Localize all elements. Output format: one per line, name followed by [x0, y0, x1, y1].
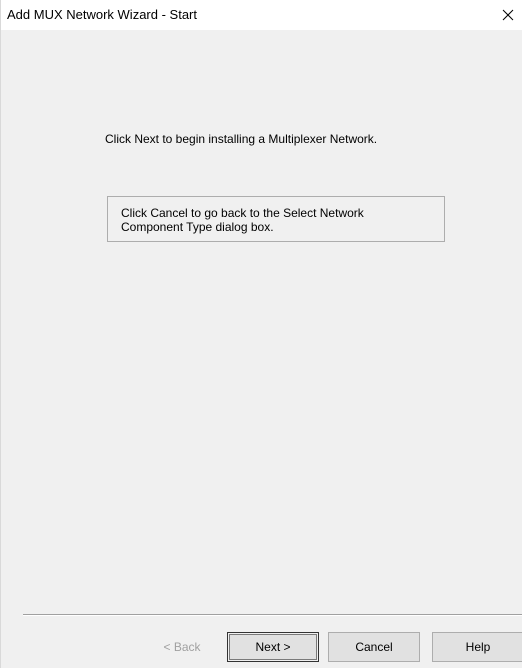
back-button[interactable]: < Back	[144, 632, 220, 662]
intro-text: Click Next to begin installing a Multipl…	[105, 132, 378, 146]
info-text-line-1: Click Cancel to go back to the Select Ne…	[121, 206, 364, 220]
button-separator	[23, 614, 522, 616]
info-box: Click Cancel to go back to the Select Ne…	[107, 196, 445, 242]
title-bar[interactable]: Add MUX Network Wizard - Start	[1, 0, 522, 30]
next-button[interactable]: Next >	[227, 632, 319, 662]
close-icon	[502, 9, 514, 21]
info-text-line-2: Component Type dialog box.	[121, 220, 274, 234]
close-button[interactable]	[493, 0, 522, 30]
window-title: Add MUX Network Wizard - Start	[7, 7, 197, 22]
cancel-button[interactable]: Cancel	[328, 632, 420, 662]
help-button[interactable]: Help	[432, 632, 522, 662]
wizard-window: Add MUX Network Wizard - Start Click Nex…	[0, 0, 522, 668]
